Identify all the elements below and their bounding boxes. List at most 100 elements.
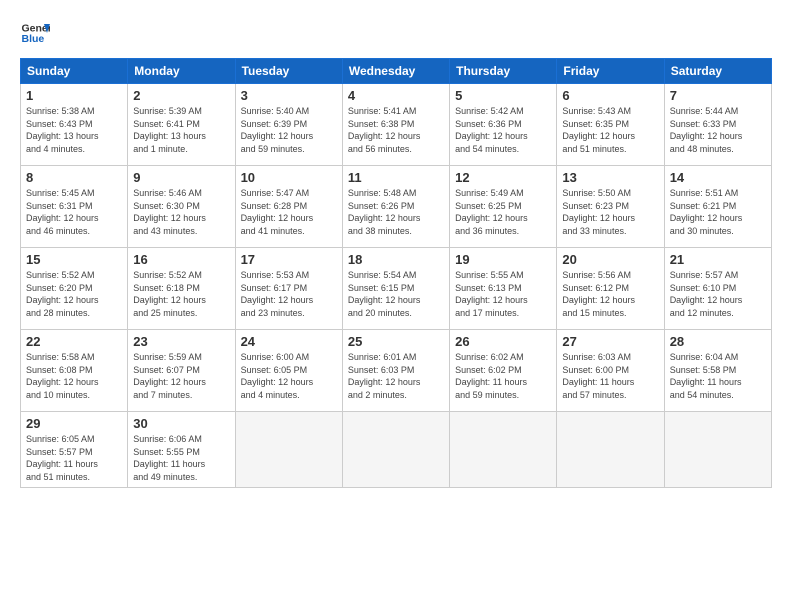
calendar-cell: [235, 412, 342, 488]
day-info: Sunrise: 6:02 AMSunset: 6:02 PMDaylight:…: [455, 351, 551, 401]
day-info: Sunrise: 5:56 AMSunset: 6:12 PMDaylight:…: [562, 269, 658, 319]
day-number: 20: [562, 252, 658, 267]
calendar-cell: 17 Sunrise: 5:53 AMSunset: 6:17 PMDayligh…: [235, 248, 342, 330]
calendar-cell: 24 Sunrise: 6:00 AMSunset: 6:05 PMDayligh…: [235, 330, 342, 412]
calendar-cell: 6 Sunrise: 5:43 AMSunset: 6:35 PMDaylight…: [557, 84, 664, 166]
calendar-cell: 7 Sunrise: 5:44 AMSunset: 6:33 PMDaylight…: [664, 84, 771, 166]
calendar-cell: 16 Sunrise: 5:52 AMSunset: 6:18 PMDayligh…: [128, 248, 235, 330]
calendar-cell: 5Sunrise: 5:42 AMSunset: 6:36 PMDaylight…: [450, 84, 557, 166]
day-info: Sunrise: 6:01 AMSunset: 6:03 PMDaylight:…: [348, 351, 444, 401]
day-number: 1: [26, 88, 122, 103]
weekday-header: Saturday: [664, 59, 771, 84]
day-number: 18: [348, 252, 444, 267]
calendar-cell: 1 Sunrise: 5:38 AMSunset: 6:43 PMDaylight…: [21, 84, 128, 166]
day-info: Sunrise: 6:05 AMSunset: 5:57 PMDaylight:…: [26, 433, 122, 483]
calendar-cell: 30 Sunrise: 6:06 AMSunset: 5:55 PMDayligh…: [128, 412, 235, 488]
day-info: Sunrise: 5:43 AMSunset: 6:35 PMDaylight:…: [562, 105, 658, 155]
day-number: 27: [562, 334, 658, 349]
weekday-header: Tuesday: [235, 59, 342, 84]
day-info: Sunrise: 5:38 AMSunset: 6:43 PMDaylight:…: [26, 105, 122, 155]
day-number: 2: [133, 88, 229, 103]
day-number: 23: [133, 334, 229, 349]
day-number: 16: [133, 252, 229, 267]
calendar-cell: 25 Sunrise: 6:01 AMSunset: 6:03 PMDayligh…: [342, 330, 449, 412]
day-info: Sunrise: 5:40 AMSunset: 6:39 PMDaylight:…: [241, 105, 337, 155]
day-number: 25: [348, 334, 444, 349]
day-number: 7: [670, 88, 766, 103]
logo: General Blue: [20, 18, 50, 48]
day-info: Sunrise: 5:51 AMSunset: 6:21 PMDaylight:…: [670, 187, 766, 237]
logo-icon: General Blue: [20, 18, 50, 48]
day-number: 26: [455, 334, 551, 349]
day-info: Sunrise: 5:55 AMSunset: 6:13 PMDaylight:…: [455, 269, 551, 319]
day-number: 15: [26, 252, 122, 267]
day-info: Sunrise: 5:54 AMSunset: 6:15 PMDaylight:…: [348, 269, 444, 319]
calendar-cell: 14 Sunrise: 5:51 AMSunset: 6:21 PMDayligh…: [664, 166, 771, 248]
day-number: 14: [670, 170, 766, 185]
day-number: 13: [562, 170, 658, 185]
calendar-week-row: 22 Sunrise: 5:58 AMSunset: 6:08 PMDayligh…: [21, 330, 772, 412]
day-info: Sunrise: 5:39 AMSunset: 6:41 PMDaylight:…: [133, 105, 229, 155]
calendar-week-row: 8Sunrise: 5:45 AMSunset: 6:31 PMDaylight…: [21, 166, 772, 248]
calendar-cell: 10Sunrise: 5:47 AMSunset: 6:28 PMDayligh…: [235, 166, 342, 248]
day-number: 30: [133, 416, 229, 431]
day-number: 5: [455, 88, 551, 103]
calendar-cell: 20 Sunrise: 5:56 AMSunset: 6:12 PMDayligh…: [557, 248, 664, 330]
calendar-week-row: 15 Sunrise: 5:52 AMSunset: 6:20 PMDayligh…: [21, 248, 772, 330]
calendar-cell: 28Sunrise: 6:04 AMSunset: 5:58 PMDayligh…: [664, 330, 771, 412]
calendar-cell: 12Sunrise: 5:49 AMSunset: 6:25 PMDayligh…: [450, 166, 557, 248]
weekday-header: Friday: [557, 59, 664, 84]
day-number: 19: [455, 252, 551, 267]
day-info: Sunrise: 5:44 AMSunset: 6:33 PMDaylight:…: [670, 105, 766, 155]
day-number: 4: [348, 88, 444, 103]
day-info: Sunrise: 5:41 AMSunset: 6:38 PMDaylight:…: [348, 105, 444, 155]
day-number: 24: [241, 334, 337, 349]
calendar-cell: 19 Sunrise: 5:55 AMSunset: 6:13 PMDayligh…: [450, 248, 557, 330]
day-number: 10: [241, 170, 337, 185]
day-number: 21: [670, 252, 766, 267]
calendar-cell: 15 Sunrise: 5:52 AMSunset: 6:20 PMDayligh…: [21, 248, 128, 330]
day-info: Sunrise: 6:04 AMSunset: 5:58 PMDaylight:…: [670, 351, 766, 401]
day-info: Sunrise: 5:58 AMSunset: 6:08 PMDaylight:…: [26, 351, 122, 401]
calendar-cell: 29Sunrise: 6:05 AMSunset: 5:57 PMDayligh…: [21, 412, 128, 488]
day-number: 11: [348, 170, 444, 185]
day-number: 22: [26, 334, 122, 349]
day-number: 12: [455, 170, 551, 185]
weekday-header-row: SundayMondayTuesdayWednesdayThursdayFrid…: [21, 59, 772, 84]
weekday-header: Thursday: [450, 59, 557, 84]
calendar-cell: 18 Sunrise: 5:54 AMSunset: 6:15 PMDayligh…: [342, 248, 449, 330]
svg-text:Blue: Blue: [22, 33, 45, 45]
calendar-cell: [664, 412, 771, 488]
weekday-header: Wednesday: [342, 59, 449, 84]
calendar-cell: 2 Sunrise: 5:39 AMSunset: 6:41 PMDaylight…: [128, 84, 235, 166]
day-info: Sunrise: 5:48 AMSunset: 6:26 PMDaylight:…: [348, 187, 444, 237]
day-info: Sunrise: 6:00 AMSunset: 6:05 PMDaylight:…: [241, 351, 337, 401]
calendar-body: 1 Sunrise: 5:38 AMSunset: 6:43 PMDaylight…: [21, 84, 772, 488]
day-info: Sunrise: 5:52 AMSunset: 6:18 PMDaylight:…: [133, 269, 229, 319]
calendar-cell: [450, 412, 557, 488]
header: General Blue: [20, 18, 772, 48]
day-info: Sunrise: 5:53 AMSunset: 6:17 PMDaylight:…: [241, 269, 337, 319]
day-info: Sunrise: 5:46 AMSunset: 6:30 PMDaylight:…: [133, 187, 229, 237]
calendar-cell: [342, 412, 449, 488]
calendar-cell: 22 Sunrise: 5:58 AMSunset: 6:08 PMDayligh…: [21, 330, 128, 412]
day-info: Sunrise: 5:57 AMSunset: 6:10 PMDaylight:…: [670, 269, 766, 319]
day-number: 8: [26, 170, 122, 185]
day-number: 3: [241, 88, 337, 103]
day-number: 17: [241, 252, 337, 267]
day-number: 9: [133, 170, 229, 185]
calendar-cell: 3 Sunrise: 5:40 AMSunset: 6:39 PMDaylight…: [235, 84, 342, 166]
day-info: Sunrise: 6:03 AMSunset: 6:00 PMDaylight:…: [562, 351, 658, 401]
calendar-cell: 13Sunrise: 5:50 AMSunset: 6:23 PMDayligh…: [557, 166, 664, 248]
calendar-cell: 21 Sunrise: 5:57 AMSunset: 6:10 PMDayligh…: [664, 248, 771, 330]
day-info: Sunrise: 5:59 AMSunset: 6:07 PMDaylight:…: [133, 351, 229, 401]
day-info: Sunrise: 6:06 AMSunset: 5:55 PMDaylight:…: [133, 433, 229, 483]
weekday-header: Sunday: [21, 59, 128, 84]
calendar-cell: 9 Sunrise: 5:46 AMSunset: 6:30 PMDaylight…: [128, 166, 235, 248]
calendar-cell: 26 Sunrise: 6:02 AMSunset: 6:02 PMDayligh…: [450, 330, 557, 412]
page: General Blue SundayMondayTuesdayWednesda…: [0, 0, 792, 612]
day-info: Sunrise: 5:52 AMSunset: 6:20 PMDaylight:…: [26, 269, 122, 319]
weekday-header: Monday: [128, 59, 235, 84]
day-number: 6: [562, 88, 658, 103]
calendar-cell: 11 Sunrise: 5:48 AMSunset: 6:26 PMDayligh…: [342, 166, 449, 248]
